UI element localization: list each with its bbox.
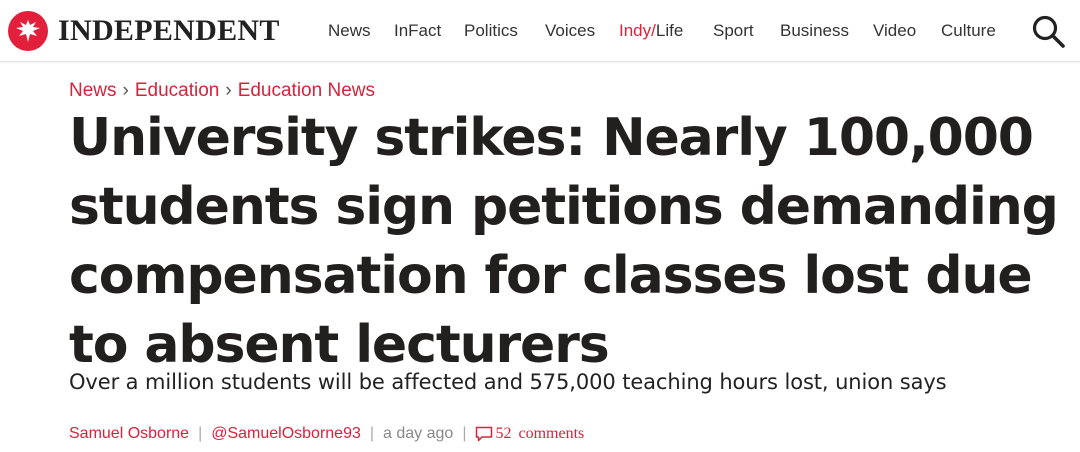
article-standfirst: Over a million students will be affected… [69, 370, 947, 394]
nav-video[interactable]: Video [873, 21, 916, 41]
nav-politics[interactable]: Politics [464, 21, 518, 41]
chevron-right-icon: › [225, 80, 232, 101]
breadcrumb-education[interactable]: Education [135, 80, 220, 101]
nav-infact[interactable]: InFact [394, 21, 441, 41]
nav-voices[interactable]: Voices [545, 21, 595, 41]
logo-wordmark: INDEPENDENT [58, 14, 280, 47]
comment-bubble-icon [476, 426, 493, 442]
author-name[interactable]: Samuel Osborne [69, 425, 189, 443]
eagle-icon [8, 11, 48, 51]
nav-indy-life[interactable]: Indy/Life [619, 21, 683, 41]
breadcrumb: News › Education › Education News [69, 80, 375, 102]
article-headline: University strikes: Nearly 100,000 stude… [69, 108, 1059, 375]
site-logo[interactable]: INDEPENDENT [8, 11, 280, 51]
byline-divider: | [198, 425, 203, 442]
chevron-right-icon: › [122, 80, 129, 101]
article-byline: Samuel Osborne | @SamuelOsborne93 | a da… [69, 425, 584, 443]
comments-link[interactable]: 52 comments [475, 425, 584, 443]
nav-indy-life-rest: Life [655, 21, 684, 40]
nav-business[interactable]: Business [780, 21, 849, 41]
top-navigation-bar: INDEPENDENT News InFact Politics Voices … [0, 0, 1080, 62]
nav-culture[interactable]: Culture [941, 21, 996, 41]
breadcrumb-news[interactable]: News [69, 80, 117, 101]
nav-indy-life-accent: Indy/ [619, 21, 656, 40]
byline-divider: | [369, 425, 375, 442]
comments-label: comments [518, 425, 585, 442]
search-icon[interactable] [1030, 13, 1066, 49]
comments-count: 52 [495, 425, 512, 442]
byline-divider: | [462, 425, 467, 442]
nav-news[interactable]: News [328, 21, 371, 41]
nav-sport[interactable]: Sport [713, 21, 754, 41]
author-twitter-handle[interactable]: @SamuelOsborne93 [211, 425, 361, 443]
breadcrumb-education-news[interactable]: Education News [238, 80, 375, 101]
publish-time: a day ago [383, 425, 454, 442]
